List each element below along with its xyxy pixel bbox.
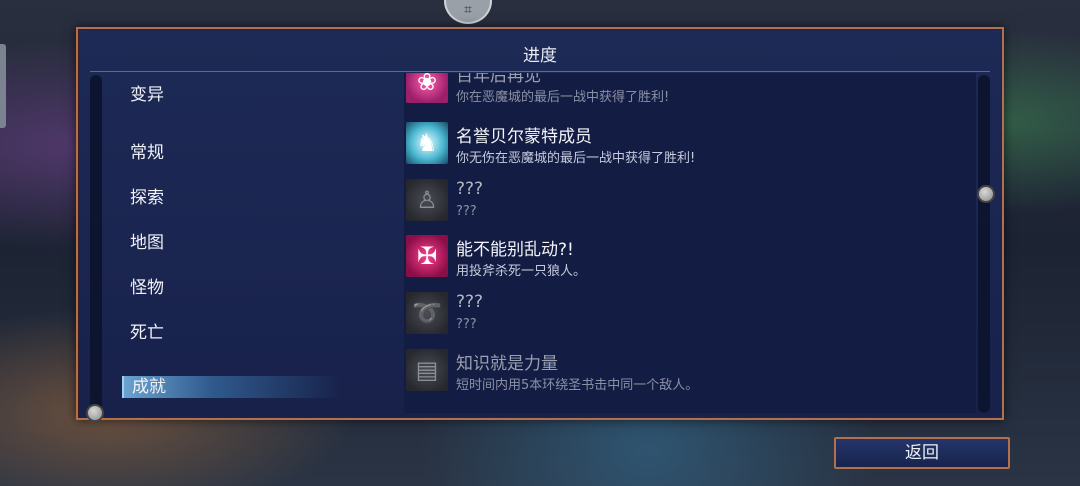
category-mutation[interactable]: 变异 <box>130 80 164 105</box>
list-item[interactable]: ✠ 能不能别乱动?! 用投斧杀死一只狼人。 <box>406 235 966 279</box>
list-item[interactable]: ➰ ??? ??? <box>406 292 966 336</box>
achievement-desc: 用投斧杀死一只狼人。 <box>456 264 587 279</box>
achievement-name: ??? <box>456 292 484 312</box>
category-scroll-thumb[interactable] <box>86 404 104 422</box>
back-button[interactable]: 返回 <box>834 437 1010 469</box>
achievement-name: ??? <box>456 179 484 199</box>
progress-panel: 进度 变异 常规 探索 地图 怪物 死亡 成就 ❀ 百年后再见 你在恶魔城的最后… <box>76 27 1004 420</box>
category-map[interactable]: 地图 <box>130 228 164 253</box>
achievement-desc: ??? <box>456 317 477 332</box>
category-general[interactable]: 常规 <box>130 138 164 163</box>
achievement-name: 百年后再见 <box>456 73 541 86</box>
achievement-name: 能不能别乱动?! <box>456 240 574 260</box>
lotus-icon: ❀ <box>406 73 448 103</box>
achievement-scroll-thumb[interactable] <box>977 185 995 203</box>
axe-wolf-icon: ✠ <box>406 235 448 277</box>
list-item[interactable]: ♙ ??? ??? <box>406 179 966 223</box>
title-divider <box>90 71 990 72</box>
category-scrollbar[interactable] <box>90 75 102 415</box>
category-monsters[interactable]: 怪物 <box>130 273 164 298</box>
category-deaths[interactable]: 死亡 <box>130 318 164 343</box>
achievement-desc: 短时间内用5本环绕圣书击中同一个敌人。 <box>456 378 699 393</box>
category-achievements[interactable]: 成就 <box>122 376 342 398</box>
list-item[interactable]: ❀ 百年后再见 你在恶魔城的最后一战中获得了胜利! <box>406 73 966 105</box>
book-icon: ▤ <box>406 349 448 391</box>
achievement-desc: 你无伤在恶魔城的最后一战中获得了胜利! <box>456 151 696 166</box>
category-exploration[interactable]: 探索 <box>130 183 164 208</box>
achievement-desc: ??? <box>456 204 477 219</box>
panel-title: 进度 <box>523 46 557 66</box>
achievement-list: ❀ 百年后再见 你在恶魔城的最后一战中获得了胜利! ♞ 名誉贝尔蒙特成员 你无伤… <box>404 73 976 413</box>
list-item[interactable]: ♞ 名誉贝尔蒙特成员 你无伤在恶魔城的最后一战中获得了胜利! <box>406 122 966 166</box>
whip-silhouette-icon: ➰ <box>406 292 448 334</box>
side-drawer-tab[interactable] <box>0 44 6 128</box>
achievement-name: 名誉贝尔蒙特成员 <box>456 127 592 147</box>
winged-skull-icon: ♞ <box>406 122 448 164</box>
list-item[interactable]: ▤ 知识就是力量 短时间内用5本环绕圣书击中同一个敌人。 <box>406 349 966 393</box>
achievement-name: 知识就是力量 <box>456 354 558 374</box>
cat-silhouette-icon: ♙ <box>406 179 448 221</box>
achievement-desc: 你在恶魔城的最后一战中获得了胜利! <box>456 90 670 105</box>
achievement-scrollbar[interactable] <box>978 75 990 413</box>
controller-icon: ⌗ <box>444 0 492 24</box>
